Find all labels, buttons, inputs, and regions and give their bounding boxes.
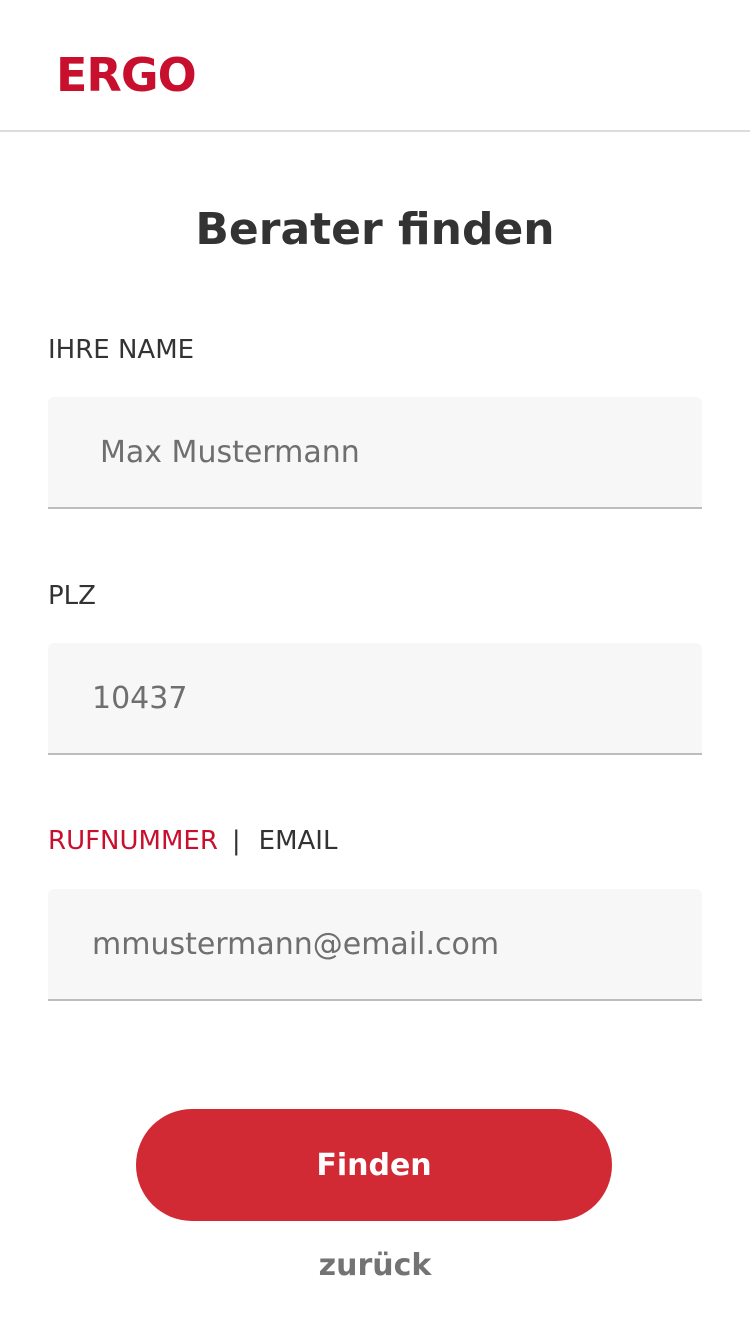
page-title: Berater finden — [195, 204, 555, 255]
plz-field-container — [48, 643, 702, 755]
contact-field-container — [48, 889, 702, 1001]
contact-type-toggle: RUFNUMMER | EMAIL — [48, 824, 337, 858]
name-field-container — [48, 397, 702, 509]
name-input[interactable] — [48, 397, 702, 507]
contact-input[interactable] — [48, 889, 702, 999]
finden-button[interactable]: Finden — [136, 1109, 612, 1221]
phone-option[interactable]: RUFNUMMER — [48, 826, 218, 856]
toggle-separator: | — [231, 826, 241, 856]
plz-input[interactable] — [48, 643, 702, 753]
app-header: ERGO — [0, 0, 750, 132]
name-label: IHRE NAME — [48, 335, 195, 365]
page: ERGO Berater finden IHRE NAME PLZ RUFNUM… — [0, 0, 750, 1334]
ergo-logo[interactable]: ERGO — [56, 47, 197, 103]
email-option[interactable]: EMAIL — [259, 826, 338, 856]
back-link[interactable]: zurück — [0, 1246, 750, 1286]
plz-label: PLZ — [48, 581, 96, 611]
